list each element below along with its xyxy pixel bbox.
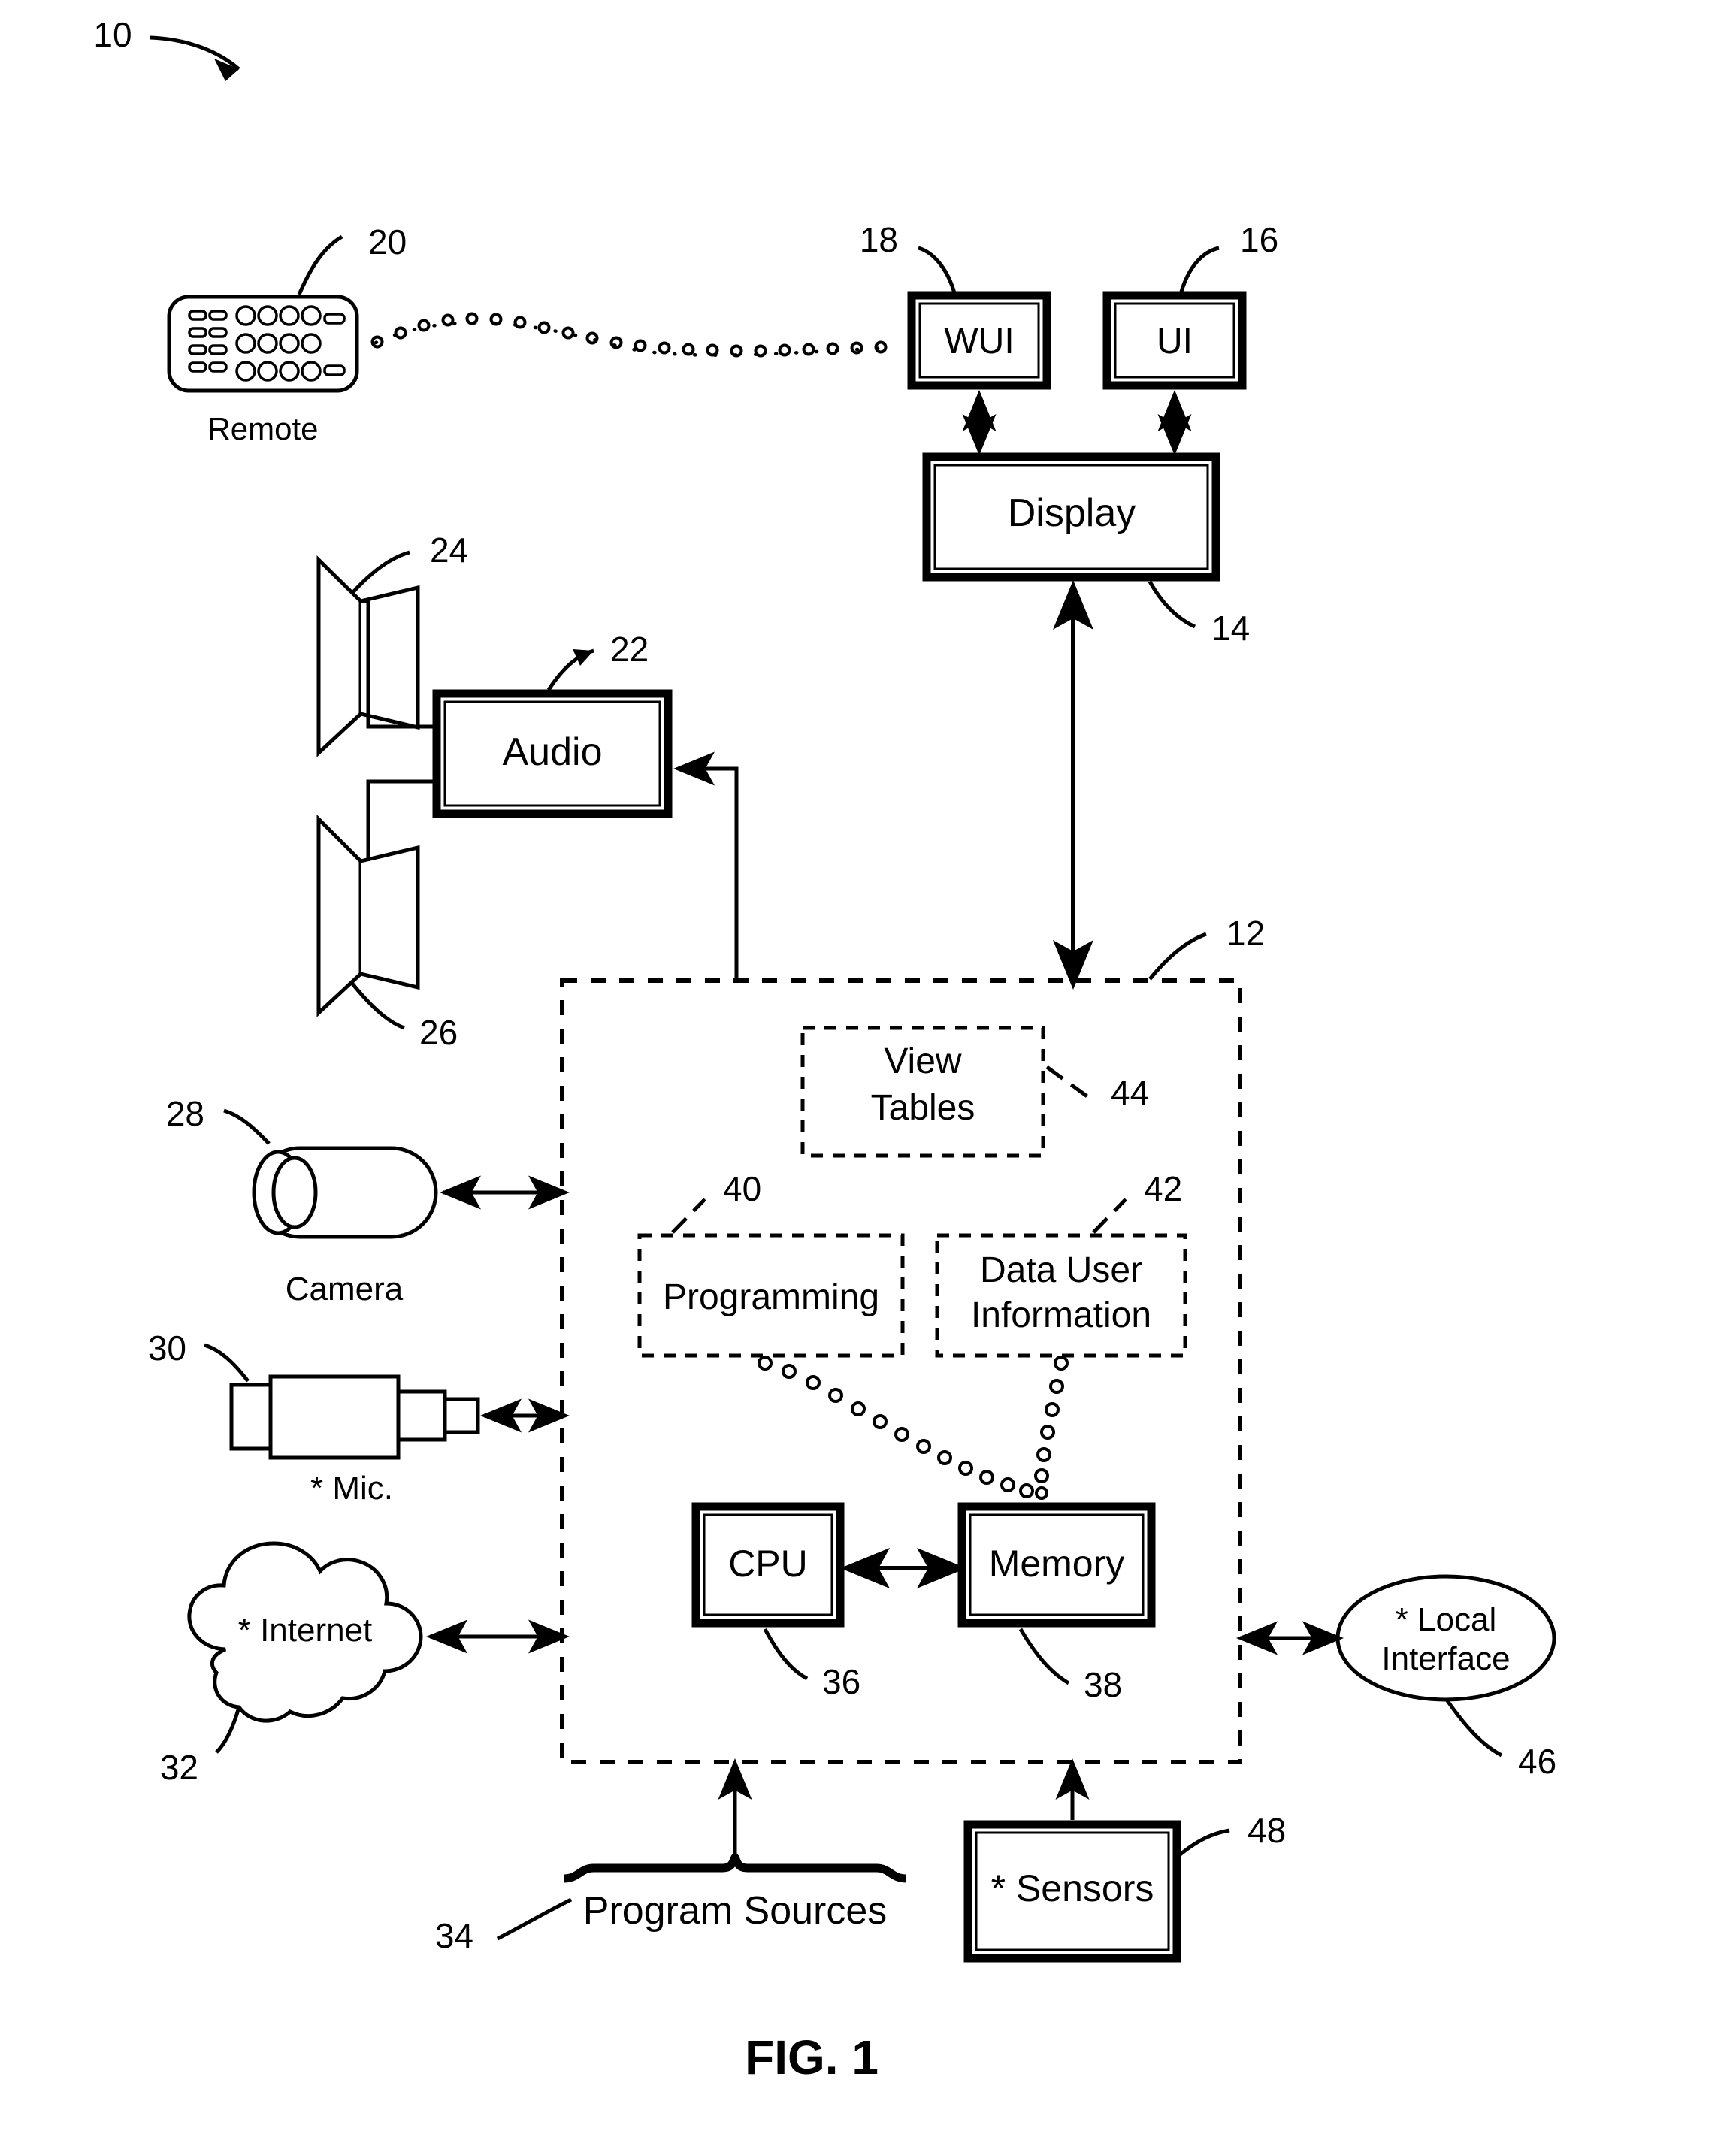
ui-box[interactable]: UI	[1102, 291, 1247, 390]
ref-48-leader: 48	[1177, 1811, 1286, 1857]
figure-canvas: 10 Remote 20 WUI 18 UI 16 Display 14 24 …	[0, 0, 1736, 2140]
ref-label-16: 16	[1240, 220, 1278, 259]
ref-label-18: 18	[860, 220, 898, 259]
programming-memory-dots	[758, 1356, 1034, 1498]
ref-label-38: 38	[1084, 1665, 1122, 1704]
camera-label: Camera	[286, 1271, 404, 1307]
data-user-info-line2: Information	[971, 1295, 1151, 1335]
ref-label-34: 34	[435, 1916, 473, 1955]
program-sources-label: Program Sources	[583, 1889, 888, 1933]
ref-label-36: 36	[822, 1662, 860, 1701]
ref-42-leader: 42	[1092, 1169, 1182, 1234]
ref-label-30: 30	[148, 1328, 186, 1368]
ref-label-40: 40	[723, 1169, 761, 1208]
system-ref-10-callout: 10	[93, 15, 240, 81]
view-tables-line2: Tables	[871, 1088, 975, 1128]
ref-34-leader: 34	[435, 1897, 573, 1955]
ref-22-leader: 22	[546, 630, 649, 691]
wui-box[interactable]: WUI	[907, 291, 1051, 390]
memory-label: Memory	[989, 1543, 1125, 1585]
ref-26-leader: 26	[350, 981, 458, 1052]
local-interface-line1: * Local	[1396, 1601, 1497, 1638]
ref-20-leader: 20	[297, 222, 407, 295]
display-label: Display	[1008, 491, 1136, 535]
ref-label-14: 14	[1211, 609, 1250, 648]
ref-38-leader: 38	[1018, 1628, 1122, 1704]
memory-box[interactable]: Memory	[957, 1502, 1156, 1628]
ref-14-leader: 14	[1148, 580, 1250, 648]
ref-16-leader: 16	[1179, 220, 1278, 292]
ref-40-leader: 40	[671, 1169, 761, 1234]
ref-label-12: 12	[1226, 914, 1265, 953]
ref-label-46: 46	[1518, 1742, 1556, 1781]
ref-label-22: 22	[610, 630, 649, 669]
ref-36-leader: 36	[763, 1628, 860, 1701]
data-user-info-box: Data User Information	[935, 1233, 1187, 1358]
audio-system-link	[673, 751, 739, 981]
internet-label: * Internet	[238, 1612, 373, 1649]
ir-signal-link	[370, 312, 889, 358]
ref-44-leader: 44	[1045, 1065, 1149, 1112]
audio-box[interactable]: Audio	[432, 689, 673, 818]
internet-cloud: * Internet	[187, 1541, 423, 1723]
ref-label-42: 42	[1144, 1169, 1182, 1208]
ref-label-26: 26	[419, 1013, 458, 1052]
data-user-info-line1: Data User	[980, 1250, 1142, 1290]
data-user-info-memory-dots	[1034, 1356, 1069, 1500]
sensors-box[interactable]: * Sensors	[963, 1820, 1181, 1963]
speaker-bottom-wire	[366, 779, 437, 861]
ref-28-leader: 28	[166, 1094, 271, 1145]
ref-18-leader: 18	[860, 220, 957, 294]
remote-device[interactable]	[167, 295, 359, 393]
ref-label-28: 28	[166, 1094, 204, 1133]
ref-label-10: 10	[93, 15, 132, 54]
cpu-box[interactable]: CPU	[691, 1502, 845, 1628]
programming-label: Programming	[663, 1277, 879, 1317]
wui-label: WUI	[944, 322, 1014, 361]
local-interface-node: * Local Interface	[1335, 1574, 1556, 1702]
programming-box: Programming	[637, 1233, 905, 1358]
view-tables-line1: View	[884, 1041, 962, 1081]
mic-device	[229, 1374, 480, 1460]
cpu-label: CPU	[728, 1543, 808, 1585]
sensors-label: * Sensors	[991, 1867, 1154, 1909]
view-tables-box: View Tables	[800, 1026, 1045, 1158]
camera-device	[252, 1146, 438, 1239]
remote-label: Remote	[207, 411, 318, 446]
mic-label: * Mic.	[310, 1470, 393, 1507]
ref-label-20: 20	[368, 222, 407, 261]
figure-caption: FIG. 1	[745, 2030, 879, 2084]
program-sources-node: Program Sources	[563, 1851, 907, 1933]
ref-32-leader: 32	[160, 1706, 241, 1787]
ref-label-48: 48	[1248, 1811, 1286, 1850]
ref-label-32: 32	[160, 1748, 198, 1787]
ref-label-44: 44	[1111, 1073, 1149, 1112]
ref-46-leader: 46	[1444, 1698, 1556, 1781]
ref-24-leader: 24	[350, 530, 468, 595]
display-box[interactable]: Display	[922, 452, 1220, 582]
ref-30-leader: 30	[148, 1328, 250, 1383]
ref-label-24: 24	[430, 530, 468, 570]
audio-label: Audio	[503, 730, 603, 774]
ui-label: UI	[1157, 322, 1193, 361]
local-interface-line2: Interface	[1381, 1640, 1510, 1677]
ref-12-leader: 12	[1148, 914, 1265, 981]
